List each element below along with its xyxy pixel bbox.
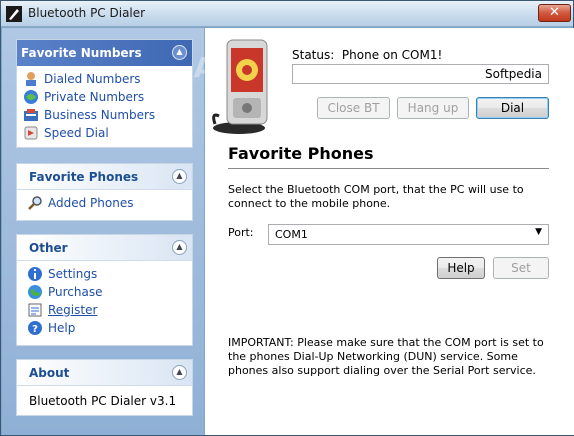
sidebar-item-label: Settings	[48, 267, 98, 281]
port-value: COM1	[275, 228, 308, 241]
panel-title: Favorite Numbers	[21, 46, 142, 60]
sidebar-item-label: Speed Dial	[44, 126, 109, 140]
set-button[interactable]: Set	[493, 257, 549, 279]
chevron-down-icon[interactable]: ▼	[535, 227, 542, 237]
collapse-icon[interactable]: ▲	[172, 365, 187, 380]
mobile-phone-icon	[212, 39, 268, 134]
hang-up-button[interactable]: Hang up	[397, 97, 469, 119]
dialed-numbers-icon	[26, 72, 36, 86]
app-icon	[6, 6, 22, 22]
port-label: Port:	[228, 226, 254, 239]
other-panel: Other ▲ Settings Purchase Register ? Hel…	[16, 234, 193, 346]
favorite-numbers-panel: Favorite Numbers ▲ Dialed Numbers Privat…	[16, 39, 193, 148]
globe-icon	[28, 285, 42, 299]
sidebar-item-label: Added Phones	[48, 196, 134, 210]
about-panel: About ▲ Bluetooth PC Dialer v3.1	[16, 359, 193, 416]
divider	[228, 168, 549, 169]
favorite-phones-header[interactable]: Favorite Phones ▲	[17, 164, 192, 190]
sidebar-item-speed-dial[interactable]: Speed Dial	[23, 124, 192, 142]
sidebar-item-label: Private Numbers	[44, 90, 145, 104]
about-header[interactable]: About ▲	[17, 360, 192, 386]
sidebar-item-business-numbers[interactable]: Business Numbers	[23, 106, 192, 124]
sidebar-item-label: Register	[48, 303, 98, 317]
sidebar-item-settings[interactable]: Settings	[27, 265, 192, 283]
collapse-icon[interactable]: ▲	[172, 45, 187, 60]
speed-dial-icon	[24, 126, 38, 140]
sidebar-item-label: Business Numbers	[44, 108, 156, 122]
dial-button[interactable]: Dial	[476, 97, 549, 119]
close-window-button[interactable]: ✕	[538, 4, 571, 22]
sidebar-item-added-phones[interactable]: Added Phones	[27, 194, 192, 212]
status-value: Phone on COM1!	[341, 48, 443, 62]
favorite-numbers-header[interactable]: Favorite Numbers ▲	[17, 40, 192, 66]
favorite-phones-panel: Favorite Phones ▲ Added Phones	[16, 163, 193, 221]
phone-number-input[interactable]: Softpedia	[292, 64, 549, 84]
info-icon	[28, 267, 42, 281]
title-bar[interactable]: Bluetooth PC Dialer ✕	[1, 1, 573, 27]
help-button[interactable]: Help	[437, 257, 485, 279]
panel-title: Favorite Phones	[29, 170, 139, 184]
status-text: Status: Phone on COM1!	[292, 48, 442, 62]
port-select[interactable]: COM1 ▼	[268, 224, 549, 245]
sidebar-item-label: Help	[48, 321, 76, 335]
description-text: Select the Bluetooth COM port, that the …	[228, 183, 524, 210]
page-title: Favorite Phones	[228, 144, 374, 163]
svg-text:?: ?	[32, 324, 38, 335]
sidebar: SOFTPEDIA Favorite Numbers ▲ Dialed Numb…	[2, 28, 215, 435]
sidebar-item-label: Dialed Numbers	[44, 72, 141, 86]
about-version: Bluetooth PC Dialer v3.1	[29, 394, 177, 408]
status-label: Status:	[292, 48, 335, 62]
window-title: Bluetooth PC Dialer	[28, 6, 146, 20]
close-bt-button[interactable]: Close BT	[317, 97, 390, 119]
panel-title: About	[29, 366, 70, 380]
private-numbers-icon	[24, 90, 38, 104]
sidebar-item-dialed-numbers[interactable]: Dialed Numbers	[23, 70, 192, 88]
panel-title: Other	[29, 241, 68, 255]
collapse-icon[interactable]: ▲	[172, 240, 187, 255]
main-panel: Status: Phone on COM1! Softpedia Close B…	[205, 28, 574, 435]
collapse-icon[interactable]: ▲	[172, 169, 187, 184]
app-window: Bluetooth PC Dialer ✕ SOFTPEDIA Favorite…	[0, 0, 574, 436]
business-numbers-icon	[24, 109, 38, 121]
help-icon: ?	[28, 321, 42, 335]
search-icon	[28, 196, 42, 210]
sidebar-item-private-numbers[interactable]: Private Numbers	[23, 88, 192, 106]
sidebar-item-help[interactable]: ? Help	[27, 319, 192, 337]
important-notice: IMPORTANT: Please make sure that the COM…	[228, 336, 544, 377]
sidebar-item-register[interactable]: Register	[27, 301, 192, 319]
sidebar-item-label: Purchase	[48, 285, 103, 299]
sidebar-item-purchase[interactable]: Purchase	[27, 283, 192, 301]
other-header[interactable]: Other ▲	[17, 235, 192, 261]
register-icon	[28, 303, 42, 317]
